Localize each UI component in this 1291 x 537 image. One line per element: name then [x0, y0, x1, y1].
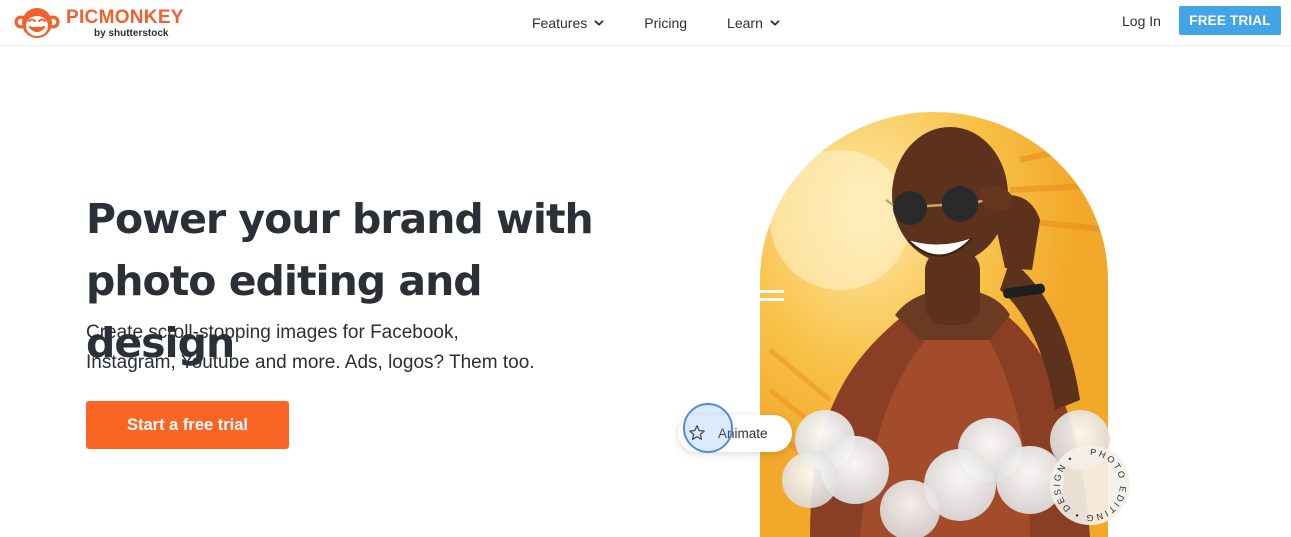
chevron-down-icon	[594, 20, 604, 26]
nav-pricing[interactable]: Pricing	[644, 15, 687, 31]
animate-label: Animate	[718, 426, 768, 441]
logo-text: PICMONKEY by shutterstock	[66, 8, 184, 39]
nav-learn[interactable]: Learn	[727, 15, 780, 31]
nav-learn-label: Learn	[727, 15, 763, 31]
hero-subtitle-line1: Create scroll-stopping images for Facebo…	[86, 322, 459, 343]
site-header: PICMONKEY by shutterstock Features Prici…	[0, 0, 1291, 46]
picmonkey-logo[interactable]: PICMONKEY by shutterstock	[12, 3, 184, 43]
logo-subtitle: by shutterstock	[94, 27, 169, 39]
hero-subtitle-line2: Instagram, Youtube and more. Ads, logos?…	[86, 352, 535, 373]
start-free-trial-button[interactable]: Start a free trial	[86, 401, 289, 449]
login-link[interactable]: Log In	[1122, 13, 1161, 29]
nav-features[interactable]: Features	[532, 15, 604, 31]
logo-wordmark: PICMONKEY	[66, 6, 184, 28]
nav-pricing-label: Pricing	[644, 15, 688, 31]
star-icon	[689, 425, 705, 440]
hero-subtitle: Create scroll-stopping images for Facebo…	[86, 318, 566, 378]
chevron-down-icon	[770, 20, 780, 26]
monkey-logo-icon	[14, 8, 60, 38]
free-trial-button[interactable]: FREE TRIAL	[1179, 6, 1281, 35]
photo-editing-badge: PHOTO EDITING • DESIGN •	[1050, 445, 1130, 525]
hero-title-line1: Power your brand with	[86, 195, 594, 243]
nav-features-label: Features	[532, 15, 588, 31]
hero-illustration: PHOTO EDITING • DESIGN •	[760, 112, 1130, 537]
main-nav: Features Pricing Learn	[514, 0, 780, 46]
